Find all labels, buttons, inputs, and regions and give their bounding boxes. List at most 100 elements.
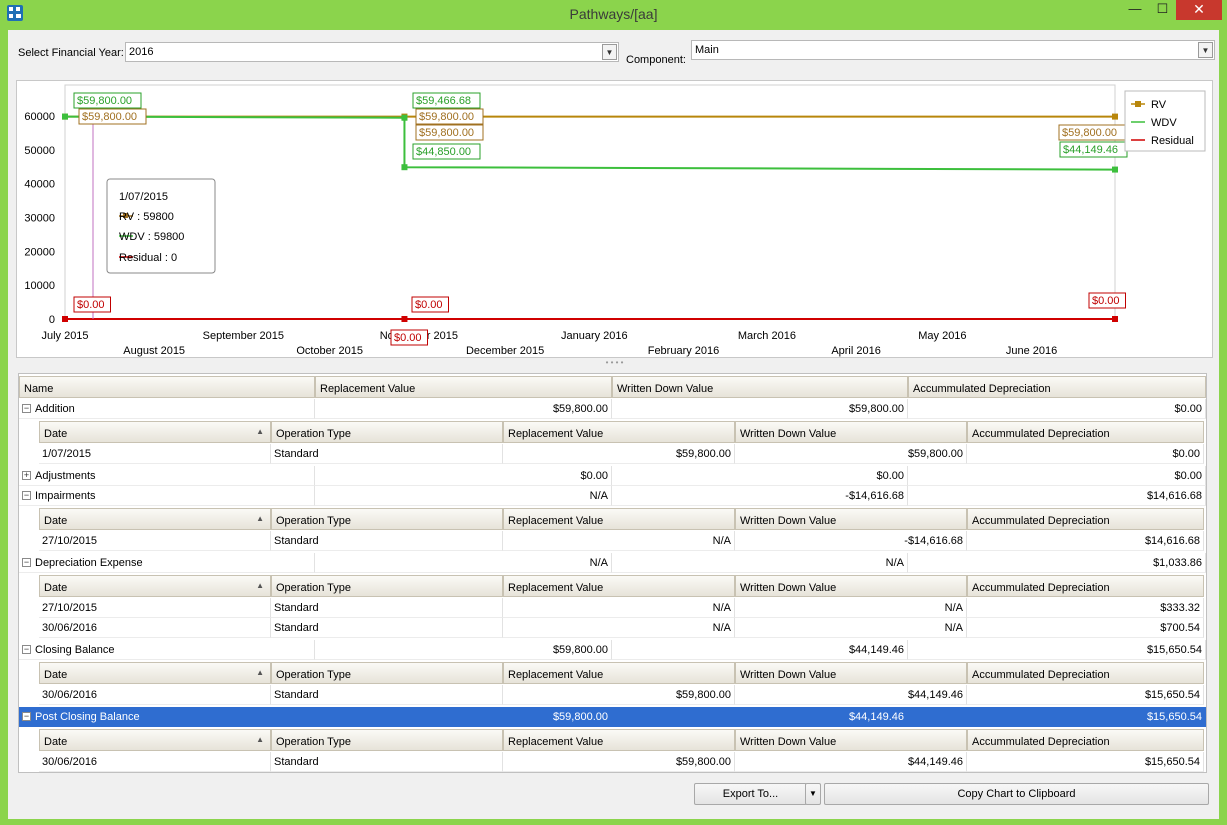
group-replacement-value: $59,800.00 <box>315 707 612 727</box>
expand-icon[interactable]: + <box>22 471 31 480</box>
data-label-rv-start-text: $59,800.00 <box>82 111 137 123</box>
x-tick-label: August 2015 <box>123 345 185 357</box>
splitter-handle[interactable]: • • • • <box>16 359 1213 370</box>
financial-year-select[interactable]: 2016 ▼ <box>125 42 619 62</box>
detail-date: 30/06/2016 <box>39 618 271 638</box>
detail-column-header[interactable]: Replacement Value <box>503 575 735 597</box>
data-label-rv-mid-a-text: $59,800.00 <box>419 111 474 123</box>
detail-column-header[interactable]: Replacement Value <box>503 508 735 530</box>
detail-written-down-value: N/A <box>735 618 967 638</box>
tooltip-wdv: WDV : 59800 <box>119 231 184 243</box>
y-tick-label: 50000 <box>24 145 55 157</box>
close-button[interactable]: ✕ <box>1176 0 1222 20</box>
chevron-down-icon[interactable]: ▼ <box>1198 42 1213 58</box>
detail-operation-type: Standard <box>271 444 503 464</box>
detail-column-header[interactable]: Written Down Value <box>735 729 967 751</box>
collapse-icon[interactable]: − <box>22 645 31 654</box>
detail-column-header[interactable]: Operation Type <box>271 508 503 530</box>
y-tick-label: 40000 <box>24 179 55 191</box>
series-wdv-point <box>401 114 408 121</box>
column-header[interactable]: Name <box>19 376 315 398</box>
title-bar: Pathways/[aa] — ☐ ✕ <box>0 0 1227 28</box>
y-tick-label: 0 <box>49 314 55 326</box>
group-written-down-value: $0.00 <box>612 466 908 486</box>
detail-operation-type: Standard <box>271 598 503 618</box>
financial-year-value: 2016 <box>129 46 154 58</box>
detail-column-header[interactable]: Date ▲ <box>39 729 271 751</box>
detail-column-header[interactable]: Written Down Value <box>735 421 967 443</box>
minimize-button[interactable]: — <box>1121 0 1149 20</box>
group-replacement-value: N/A <box>315 486 612 506</box>
detail-column-header[interactable]: Date ▲ <box>39 508 271 530</box>
collapse-icon[interactable]: − <box>22 712 31 721</box>
detail-column-header[interactable]: Written Down Value <box>735 662 967 684</box>
chevron-down-icon[interactable]: ▼ <box>602 44 617 60</box>
data-label-wdv-mid-low: $44,850.00 <box>412 143 481 160</box>
sort-ascending-icon: ▲ <box>256 581 264 590</box>
export-dropdown-button[interactable]: ▼ <box>805 783 821 805</box>
maximize-button[interactable]: ☐ <box>1149 0 1176 20</box>
data-label-wdv-start: $59,800.00 <box>73 92 142 109</box>
detail-written-down-value: $59,800.00 <box>735 444 967 464</box>
data-label-residual-mid-b-text: $0.00 <box>394 332 422 344</box>
detail-column-header[interactable]: Accummulated Depreciation <box>967 575 1204 597</box>
data-label-rv-end: $59,800.00 <box>1058 124 1127 141</box>
group-name: Adjustments <box>19 466 315 486</box>
detail-column-header[interactable]: Date ▲ <box>39 575 271 597</box>
data-label-rv-mid-b-text: $59,800.00 <box>419 127 474 139</box>
detail-column-header[interactable]: Operation Type <box>271 662 503 684</box>
x-tick-label: January 2016 <box>561 330 628 342</box>
detail-accum-depreciation: $15,650.54 <box>967 752 1204 772</box>
group-accum-depreciation: $15,650.54 <box>908 707 1206 727</box>
y-tick-label: 20000 <box>24 246 55 258</box>
group-name: Impairments <box>19 486 315 506</box>
detail-column-header[interactable]: Operation Type <box>271 575 503 597</box>
group-accum-depreciation: $15,650.54 <box>908 640 1206 660</box>
series-wdv-point <box>1112 166 1118 173</box>
chart-legend: RV WDV Residual <box>1124 90 1206 152</box>
detail-column-header[interactable]: Operation Type <box>271 729 503 751</box>
group-name: Closing Balance <box>19 640 315 660</box>
collapse-icon[interactable]: − <box>22 491 31 500</box>
column-header[interactable]: Replacement Value <box>315 376 612 398</box>
data-label-wdv-end: $44,149.46 <box>1059 141 1128 158</box>
detail-column-header[interactable]: Accummulated Depreciation <box>967 421 1204 443</box>
group-accum-depreciation: $1,033.86 <box>908 553 1206 573</box>
detail-replacement-value: $59,800.00 <box>503 752 735 772</box>
detail-column-header[interactable]: Date ▲ <box>39 421 271 443</box>
detail-column-header[interactable]: Accummulated Depreciation <box>967 508 1204 530</box>
column-header[interactable]: Accummulated Depreciation <box>908 376 1206 398</box>
detail-accum-depreciation: $14,616.68 <box>967 531 1204 551</box>
detail-column-header[interactable]: Accummulated Depreciation <box>967 729 1204 751</box>
detail-written-down-value: N/A <box>735 598 967 618</box>
detail-column-header[interactable]: Written Down Value <box>735 575 967 597</box>
detail-column-header[interactable]: Replacement Value <box>503 729 735 751</box>
export-button[interactable]: Export To... <box>694 783 807 805</box>
data-label-wdv-end-text: $44,149.46 <box>1063 144 1118 156</box>
detail-written-down-value: -$14,616.68 <box>735 531 967 551</box>
copy-chart-button[interactable]: Copy Chart to Clipboard <box>824 783 1209 805</box>
collapse-icon[interactable]: − <box>22 404 31 413</box>
component-select[interactable]: Main ▼ <box>691 40 1215 60</box>
detail-column-header[interactable]: Replacement Value <box>503 421 735 443</box>
detail-column-header[interactable]: Replacement Value <box>503 662 735 684</box>
x-tick-label: May 2016 <box>918 330 966 342</box>
group-written-down-value: N/A <box>612 553 908 573</box>
sort-ascending-icon: ▲ <box>256 427 264 436</box>
series-rv-point <box>1112 113 1118 120</box>
detail-replacement-value: $59,800.00 <box>503 444 735 464</box>
detail-column-header[interactable]: Accummulated Depreciation <box>967 662 1204 684</box>
collapse-icon[interactable]: − <box>22 558 31 567</box>
data-label-wdv-start-text: $59,800.00 <box>77 95 132 107</box>
column-header[interactable]: Written Down Value <box>612 376 908 398</box>
series-wdv-line <box>64 115 1116 171</box>
detail-column-header[interactable]: Date ▲ <box>39 662 271 684</box>
data-label-residual-mid-b: $0.00 <box>390 329 428 346</box>
x-tick-label: February 2016 <box>648 345 720 357</box>
pathway-chart[interactable]: 0 10000 20000 30000 40000 50000 60000 July 2015… <box>17 81 1212 357</box>
detail-column-header[interactable]: Operation Type <box>271 421 503 443</box>
tooltip-residual: Residual : 0 <box>119 252 177 264</box>
legend-label-rv: RV <box>1151 99 1167 111</box>
group-written-down-value: $44,149.46 <box>612 707 908 727</box>
detail-column-header[interactable]: Written Down Value <box>735 508 967 530</box>
